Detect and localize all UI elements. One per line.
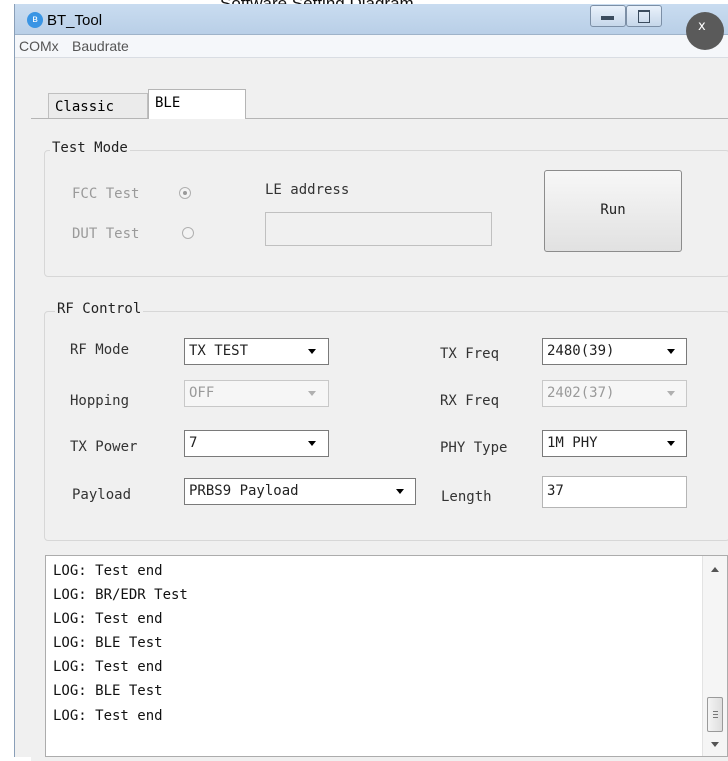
scroll-down-icon[interactable]: [711, 742, 719, 747]
chevron-down-icon: [667, 349, 675, 354]
grip-line: [713, 717, 718, 718]
log-line: LOG: BLE Test: [53, 683, 163, 699]
log-line: LOG: Test end: [53, 659, 163, 675]
tab-classic[interactable]: Classic: [48, 93, 148, 119]
payload-label: Payload: [72, 487, 132, 503]
phy-type-select[interactable]: 1M PHY: [542, 430, 687, 457]
phy-type-label: PHY Type: [440, 440, 508, 456]
test-mode-title: Test Mode: [50, 140, 130, 156]
close-icon: x: [698, 19, 706, 34]
length-label: Length: [441, 489, 492, 505]
close-button[interactable]: x: [686, 12, 724, 50]
bluetooth-icon: ʙ: [27, 12, 43, 28]
log-line: LOG: Test end: [53, 563, 163, 579]
rf-mode-value: TX TEST: [189, 343, 249, 359]
tx-power-select[interactable]: 7: [184, 430, 329, 457]
maximize-icon: [638, 10, 650, 23]
phy-type-value: 1M PHY: [547, 435, 598, 451]
menu-baudrate[interactable]: Baudrate: [72, 38, 129, 54]
hopping-value: OFF: [189, 385, 215, 401]
rf-control-title: RF Control: [55, 301, 144, 317]
payload-value: PRBS9 Payload: [189, 483, 299, 499]
chevron-down-icon: [667, 391, 675, 396]
radio-selected-dot: [183, 191, 187, 195]
tab-ble[interactable]: BLE: [148, 89, 246, 119]
log-line: LOG: Test end: [53, 708, 163, 724]
dut-test-label: DUT Test: [72, 226, 140, 242]
rf-mode-label: RF Mode: [70, 342, 130, 358]
window-title: BT_Tool: [47, 12, 103, 29]
grip-line: [713, 711, 718, 712]
chevron-down-icon: [667, 441, 675, 446]
chevron-down-icon: [308, 349, 316, 354]
chevron-down-icon: [308, 391, 316, 396]
log-line: LOG: BLE Test: [53, 635, 163, 651]
log-output[interactable]: LOG: Test end LOG: BR/EDR Test LOG: Test…: [45, 555, 728, 757]
maximize-button[interactable]: [626, 5, 662, 27]
tx-power-label: TX Power: [70, 439, 138, 455]
rf-mode-select[interactable]: TX TEST: [184, 338, 329, 365]
menu-bar: COMx Baudrate: [15, 35, 728, 58]
log-scrollbar[interactable]: [702, 556, 727, 756]
tx-freq-value: 2480(39): [547, 343, 615, 359]
hopping-label: Hopping: [70, 393, 130, 409]
rx-freq-select[interactable]: 2402(37): [542, 380, 687, 407]
log-line: LOG: BR/EDR Test: [53, 587, 188, 603]
log-line: LOG: Test end: [53, 611, 163, 627]
fcc-test-radio[interactable]: [179, 187, 191, 199]
le-address-label: LE address: [265, 182, 350, 198]
chevron-down-icon: [396, 489, 404, 494]
minimize-button[interactable]: [590, 5, 626, 27]
rx-freq-value: 2402(37): [547, 385, 615, 401]
tx-freq-select[interactable]: 2480(39): [542, 338, 687, 365]
payload-select[interactable]: PRBS9 Payload: [184, 478, 416, 505]
minimize-icon: [601, 16, 614, 20]
tx-power-value: 7: [189, 435, 198, 451]
length-input[interactable]: 37: [542, 476, 687, 508]
hopping-select[interactable]: OFF: [184, 380, 329, 407]
scroll-up-icon[interactable]: [711, 567, 719, 572]
run-button[interactable]: Run: [544, 170, 682, 252]
title-bar[interactable]: ʙ BT_Tool: [15, 4, 728, 35]
length-value: 37: [547, 483, 564, 499]
tx-freq-label: TX Freq: [440, 346, 500, 362]
dut-test-radio[interactable]: [182, 227, 194, 239]
grip-line: [713, 714, 718, 715]
scroll-thumb[interactable]: [707, 697, 723, 732]
rx-freq-label: RX Freq: [440, 393, 500, 409]
chevron-down-icon: [308, 441, 316, 446]
menu-comx[interactable]: COMx: [19, 38, 59, 54]
le-address-field[interactable]: [265, 212, 492, 246]
fcc-test-label: FCC Test: [72, 186, 140, 202]
